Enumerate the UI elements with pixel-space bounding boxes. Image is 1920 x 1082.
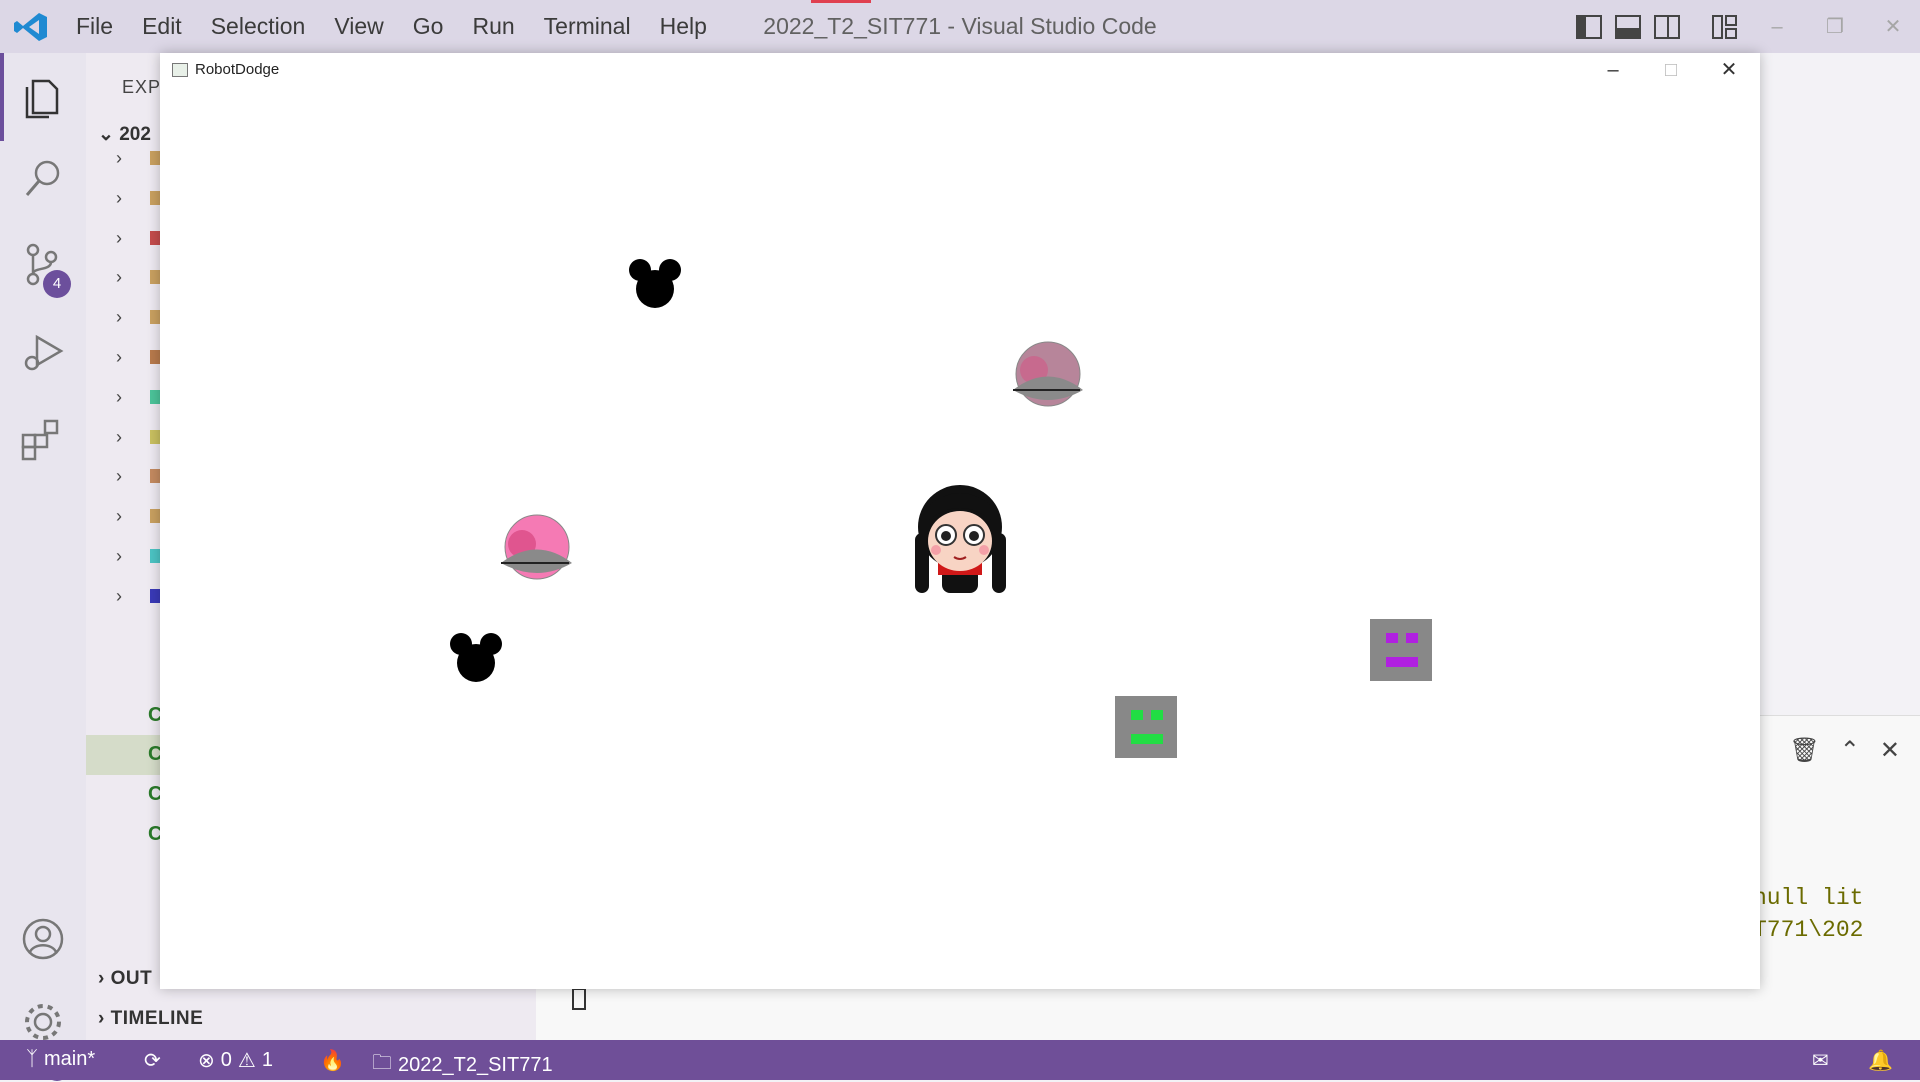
menu-bar: File Edit Selection View Go Run Terminal Help [76, 0, 736, 53]
panel-actions: 🗑 ⌃ ✕ [1789, 736, 1900, 765]
feedback-icon[interactable]: ✉ [1812, 1048, 1829, 1073]
enemy-mouse-head [450, 633, 502, 682]
run-debug-icon[interactable] [19, 329, 67, 377]
manage-gear-icon[interactable] [19, 998, 67, 1046]
folder-name: 2022_T2_SIT771 [398, 1053, 553, 1076]
trash-icon[interactable]: 🗑 [1789, 736, 1819, 765]
game-window-title: RobotDodge [195, 61, 280, 78]
branch-name: main* [44, 1048, 96, 1070]
toggle-panel-icon[interactable] [1613, 12, 1643, 42]
folder-indicator[interactable]: 🗀 2022_T2_SIT771 [372, 1048, 553, 1082]
extensions-icon[interactable] [19, 415, 67, 463]
menu-item-terminal[interactable]: Terminal [544, 13, 631, 40]
error-icon: ⊗ [198, 1050, 215, 1072]
search-icon[interactable] [19, 155, 67, 203]
restore-button[interactable]: ❐ [1812, 10, 1858, 44]
minimize-button[interactable]: – [1754, 10, 1800, 44]
chevron-right-icon: › [116, 187, 122, 208]
menu-item-help[interactable]: Help [660, 13, 707, 40]
toggle-primary-sidebar-icon[interactable] [1574, 12, 1604, 42]
enemy-box-robot-purple [1370, 619, 1432, 681]
timeline-section-label: TIMELINE [110, 1008, 204, 1029]
close-panel-icon[interactable]: ✕ [1880, 736, 1900, 765]
status-bar: ᛉ main* ⟳ ⊗ 0 ⚠ 1 🔥 🗀 2022_T2_SIT771 ✉ 🔔 [0, 1040, 1920, 1080]
enemy-box-robot-green [1115, 696, 1177, 758]
chevron-right-icon: › [98, 1008, 105, 1029]
explorer-icon[interactable] [19, 73, 67, 121]
title-accent-line [811, 0, 871, 3]
player-character [915, 485, 1006, 593]
source-control-badge: 4 [43, 270, 71, 298]
customize-layout-icon[interactable] [1710, 12, 1740, 42]
game-window-titlebar[interactable]: RobotDodge – □ ✕ [160, 53, 1760, 87]
active-indicator [0, 53, 4, 141]
chevron-right-icon: › [116, 227, 122, 248]
sync-icon[interactable]: ⟳ [144, 1048, 161, 1073]
activity-bar: 4 1 [0, 53, 86, 1081]
menu-item-view[interactable]: View [334, 13, 383, 40]
error-count: 0 [220, 1049, 232, 1071]
chevron-right-icon: › [116, 148, 122, 168]
outline-section-header[interactable]: › OUT [98, 968, 152, 990]
chevron-right-icon: › [116, 307, 122, 328]
menu-item-edit[interactable]: Edit [142, 13, 182, 40]
chevron-right-icon: › [98, 968, 105, 989]
terminal-line: null lit [1753, 885, 1864, 911]
chevron-right-icon: › [116, 347, 122, 367]
menu-item-selection[interactable]: Selection [211, 13, 306, 40]
timeline-section-header[interactable]: › TIMELINE [98, 1008, 203, 1030]
game-maximize-button[interactable]: □ [1642, 53, 1700, 87]
chevron-right-icon: › [116, 386, 122, 407]
chevron-right-icon: › [116, 585, 122, 606]
branch-indicator[interactable]: ᛉ main* [26, 1048, 95, 1071]
chevron-right-icon: › [116, 506, 122, 527]
chevron-right-icon: › [116, 466, 122, 487]
robotdodge-window[interactable]: RobotDodge – □ ✕ [160, 53, 1760, 989]
warning-icon: ⚠ [237, 1050, 256, 1072]
enemy-dome-robot [1013, 341, 1083, 407]
menu-item-run[interactable]: Run [472, 13, 514, 40]
terminal-cursor [572, 988, 586, 1010]
game-canvas[interactable] [160, 53, 1760, 989]
outline-section-label: OUT [110, 968, 153, 989]
accounts-icon[interactable] [19, 915, 67, 963]
flame-icon[interactable]: 🔥 [320, 1048, 345, 1073]
menu-item-go[interactable]: Go [413, 13, 444, 40]
title-bar: File Edit Selection View Go Run Terminal Help 2… [0, 0, 1920, 53]
notifications-bell-icon[interactable]: 🔔 [1868, 1048, 1893, 1073]
chevron-right-icon: › [116, 546, 122, 566]
enemy-dome-robot [501, 514, 572, 580]
warning-count: 1 [261, 1049, 273, 1071]
enemy-mouse-head [629, 259, 681, 308]
chevron-right-icon: › [116, 426, 122, 447]
problems-indicator[interactable]: ⊗ 0 ⚠ 1 [198, 1048, 273, 1073]
menu-item-file[interactable]: File [76, 13, 113, 40]
terminal-line: T771\202 [1753, 917, 1864, 943]
toggle-secondary-sidebar-icon[interactable] [1652, 12, 1682, 42]
git-branch-icon: ᛉ [26, 1048, 38, 1070]
vscode-logo-icon[interactable] [14, 12, 48, 42]
folder-icon: 🗀 [372, 1052, 392, 1074]
close-button[interactable]: ✕ [1870, 10, 1916, 44]
maximize-panel-icon[interactable]: ⌃ [1840, 736, 1860, 765]
chevron-right-icon: › [116, 267, 122, 288]
game-minimize-button[interactable]: – [1584, 53, 1642, 87]
app-window-icon [172, 63, 188, 77]
game-close-button[interactable]: ✕ [1700, 53, 1758, 87]
